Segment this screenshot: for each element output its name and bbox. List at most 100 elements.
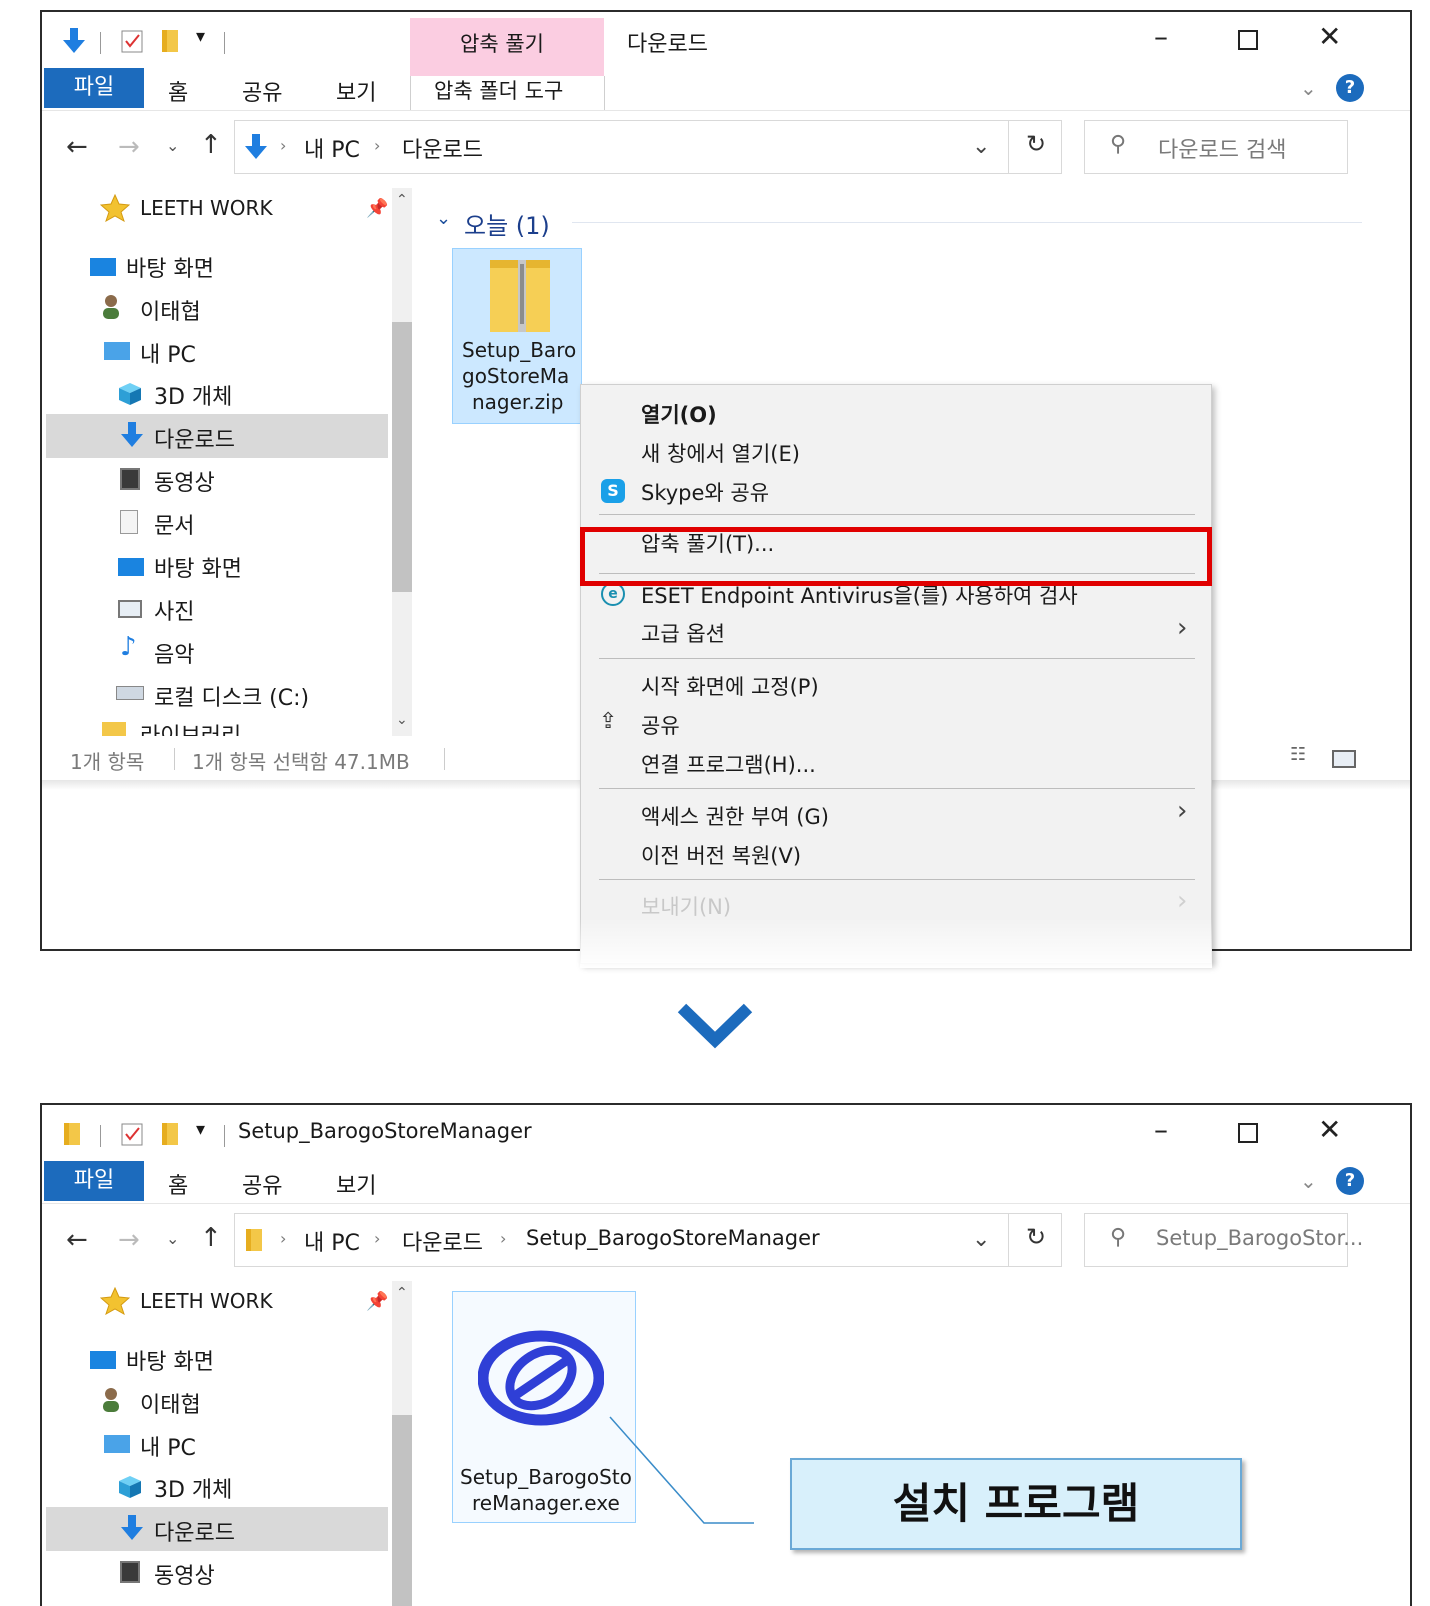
group-header-today[interactable]: 오늘 (1) <box>464 206 550 241</box>
properties-icon[interactable] <box>120 1121 144 1151</box>
desktop-icon <box>118 558 144 576</box>
zip-file-name-line2: goStoreMa <box>462 364 570 388</box>
help-icon[interactable]: ? <box>1336 74 1364 102</box>
tab-view[interactable]: 보기 <box>336 1168 376 1200</box>
tab-file[interactable]: 파일 <box>44 1161 144 1201</box>
3d-objects-icon <box>118 382 142 410</box>
window-title: 다운로드 <box>627 32 708 57</box>
large-icons-view-icon[interactable] <box>1332 750 1356 768</box>
nav-item-libraries[interactable]: 라이브러리 <box>140 718 241 736</box>
tab-share[interactable]: 공유 <box>242 1168 282 1200</box>
menu-open-with[interactable]: 연결 프로그램(H)... <box>641 749 816 779</box>
nav-item-videos[interactable]: 동영상 <box>154 1558 215 1590</box>
submenu-arrow-icon: › <box>1177 613 1188 643</box>
close-button[interactable]: ✕ <box>1318 1113 1341 1146</box>
nav-item-desktop[interactable]: 바탕 화면 <box>126 1344 214 1376</box>
download-arrow-icon[interactable] <box>62 28 86 58</box>
maximize-button[interactable] <box>1238 30 1258 50</box>
tab-compressed-folder-tools[interactable]: 압축 폴더 도구 <box>434 75 563 105</box>
details-view-icon[interactable]: ☷ <box>1290 744 1306 765</box>
menu-skype-share[interactable]: Skype와 공유 <box>641 477 769 507</box>
menu-open-new-window[interactable]: 새 창에서 열기(E) <box>641 438 800 468</box>
star-icon <box>99 193 131 226</box>
forward-button[interactable]: → <box>118 1225 140 1255</box>
nav-item-3d-objects[interactable]: 3D 개체 <box>154 1472 232 1504</box>
address-dropdown-icon[interactable]: ⌄ <box>972 1227 990 1252</box>
expand-ribbon-icon[interactable]: ⌄ <box>1300 1169 1317 1193</box>
back-button[interactable]: ← <box>66 1225 88 1255</box>
menu-advanced-options[interactable]: 고급 옵션 <box>641 618 725 648</box>
refresh-button[interactable]: ↻ <box>1026 130 1046 158</box>
scroll-up-icon[interactable]: ⌃ <box>396 192 408 208</box>
nav-item-videos[interactable]: 동영상 <box>154 465 215 497</box>
search-icon: ⚲ <box>1110 132 1127 157</box>
pin-icon[interactable]: 📌 <box>366 198 388 219</box>
expand-ribbon-icon[interactable]: ⌄ <box>1300 76 1317 100</box>
scroll-down-icon[interactable]: ⌄ <box>396 712 408 728</box>
breadcrumb-my-pc[interactable]: 내 PC <box>304 1225 360 1257</box>
scroll-up-icon[interactable]: ⌃ <box>396 1285 408 1301</box>
libraries-icon <box>102 722 126 736</box>
group-collapse-icon[interactable]: ⌄ <box>436 208 451 229</box>
nav-item-local-disk[interactable]: 로컬 디스크 (C:) <box>154 680 309 712</box>
music-icon: ♪ <box>120 632 137 662</box>
up-button[interactable]: ↑ <box>200 1223 222 1253</box>
search-icon: ⚲ <box>1110 1225 1127 1250</box>
menu-send-to[interactable]: 보내기(N) <box>641 891 731 921</box>
nav-item-music[interactable]: 음악 <box>154 637 194 669</box>
properties-icon[interactable] <box>120 28 144 58</box>
breadcrumb-downloads[interactable]: 다운로드 <box>402 1225 483 1257</box>
nav-scrollbar-thumb[interactable] <box>392 1415 412 1606</box>
nav-item-my-pc[interactable]: 내 PC <box>140 337 196 369</box>
tab-file[interactable]: 파일 <box>44 68 144 108</box>
tab-home[interactable]: 홈 <box>168 1168 188 1200</box>
new-folder-icon[interactable] <box>160 1121 180 1151</box>
nav-item-documents[interactable]: 문서 <box>154 508 194 540</box>
tab-share[interactable]: 공유 <box>242 75 282 107</box>
close-button[interactable]: ✕ <box>1318 20 1341 53</box>
back-button[interactable]: ← <box>66 132 88 162</box>
breadcrumb-downloads[interactable]: 다운로드 <box>402 132 483 164</box>
recent-locations-icon[interactable]: ⌄ <box>166 136 179 155</box>
nav-item-downloads[interactable]: 다운로드 <box>154 422 235 454</box>
nav-scrollbar-thumb[interactable] <box>392 322 412 592</box>
nav-item-user[interactable]: 이태협 <box>140 294 201 326</box>
menu-pin-to-start[interactable]: 시작 화면에 고정(P) <box>641 671 819 701</box>
menu-share[interactable]: 공유 <box>641 710 680 740</box>
nav-item-3d-objects[interactable]: 3D 개체 <box>154 379 232 411</box>
tab-home[interactable]: 홈 <box>168 75 188 107</box>
menu-open[interactable]: 열기(O) <box>641 399 717 429</box>
tab-view[interactable]: 보기 <box>336 75 376 107</box>
breadcrumb-my-pc[interactable]: 내 PC <box>304 132 360 164</box>
breadcrumb-setup-folder[interactable]: Setup_BarogoStoreManager <box>526 1226 820 1250</box>
forward-button[interactable]: → <box>118 132 140 162</box>
customize-qat-icon[interactable]: ▾ <box>196 1119 205 1140</box>
nav-item-downloads[interactable]: 다운로드 <box>154 1515 235 1547</box>
nav-item-pictures[interactable]: 사진 <box>154 594 194 626</box>
nav-quick-access[interactable]: LEETH WORK <box>140 196 273 220</box>
nav-item-my-pc[interactable]: 내 PC <box>140 1430 196 1462</box>
minimize-button[interactable]: – <box>1154 1113 1168 1146</box>
up-button[interactable]: ↑ <box>200 130 222 160</box>
minimize-button[interactable]: – <box>1154 20 1168 53</box>
maximize-button[interactable] <box>1238 1123 1258 1143</box>
desktop-icon <box>90 1351 116 1369</box>
new-folder-icon[interactable] <box>160 28 180 58</box>
folder-location-icon <box>244 1227 264 1257</box>
skype-icon: S <box>601 479 625 503</box>
refresh-button[interactable]: ↻ <box>1026 1223 1046 1251</box>
address-dropdown-icon[interactable]: ⌄ <box>972 134 990 159</box>
customize-qat-icon[interactable]: ▾ <box>196 26 205 47</box>
downloads-icon <box>120 422 144 452</box>
nav-quick-access[interactable]: LEETH WORK <box>140 1289 273 1313</box>
recent-locations-icon[interactable]: ⌄ <box>166 1229 179 1248</box>
extract-highlight-box <box>580 527 1212 586</box>
nav-item-desktop[interactable]: 바탕 화면 <box>126 251 214 283</box>
help-icon[interactable]: ? <box>1336 1167 1364 1195</box>
pc-icon <box>104 342 130 360</box>
menu-restore-previous[interactable]: 이전 버전 복원(V) <box>641 840 801 870</box>
pin-icon[interactable]: 📌 <box>366 1291 388 1312</box>
nav-item-desktop-2[interactable]: 바탕 화면 <box>154 551 242 583</box>
nav-item-user[interactable]: 이태협 <box>140 1387 201 1419</box>
menu-grant-access[interactable]: 액세스 권한 부여 (G) <box>641 801 829 831</box>
